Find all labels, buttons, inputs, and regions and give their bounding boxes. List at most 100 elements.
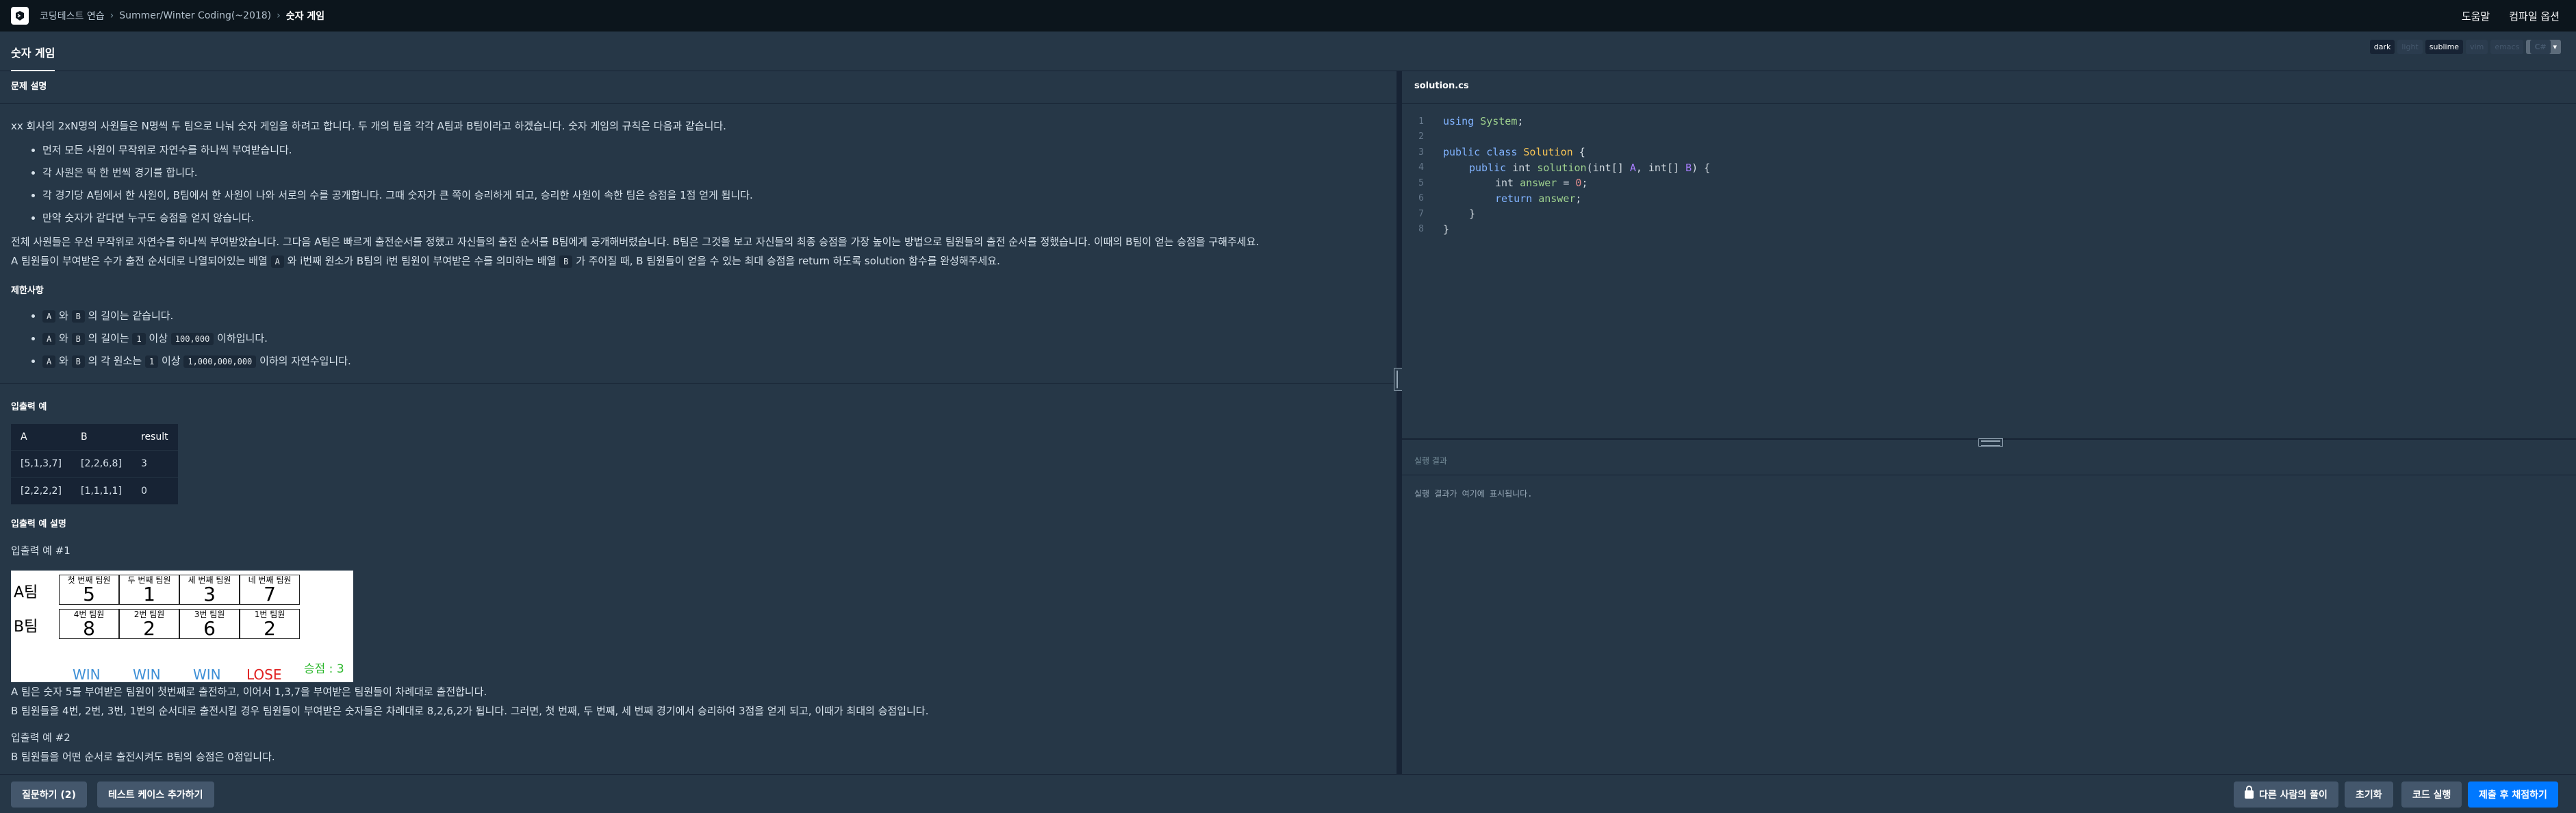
text: 의 각 원소는 — [88, 354, 142, 367]
text: 와 i번째 원소가 B팀의 i번 팀원이 부여받은 수를 의미하는 배열 — [287, 255, 557, 267]
team-b-member-card: 1번 팀원 2 — [240, 608, 300, 640]
button-label: 다른 사람의 풀이 — [2259, 790, 2328, 801]
language-label: C# — [2530, 40, 2551, 54]
example-text: B 팀원들을 어떤 순서로 출전시켜도 B팀의 승점은 0점입니다. — [11, 751, 275, 764]
team-b-member-card: 4번 팀원 8 — [59, 608, 119, 640]
text: 이상 — [161, 354, 181, 367]
table-cell: [2,2,2,2] — [11, 477, 71, 505]
member-value: 5 — [83, 583, 95, 606]
inline-code: 1 — [144, 355, 159, 368]
inline-code: 1 — [132, 332, 146, 345]
others-solutions-button[interactable]: 다른 사람의 풀이 — [2234, 781, 2338, 808]
code-editor[interactable]: 1 using System; 2 3 public class Solution … — [1402, 104, 2576, 247]
match-result: WIN — [73, 666, 101, 683]
code-line: 2 — [1402, 129, 2576, 145]
table-cell: [1,1,1,1] — [71, 477, 131, 505]
breadcrumb: 코딩테스트 연습 › Summer/Winter Coding(~2018) ›… — [40, 9, 324, 23]
table-cell: [5,1,3,7] — [11, 450, 71, 478]
member-value: 2 — [143, 617, 155, 640]
example-text: B 팀원들을 4번, 2번, 3번, 1번의 순서대로 출전시킬 경우 팀원들이… — [11, 705, 929, 718]
programmers-logo-icon[interactable] — [11, 7, 29, 25]
list-item: 각 경기당 A팀에서 한 사원이, B팀에서 한 사원이 나와 서로의 수를 공… — [42, 187, 1386, 203]
ask-question-button[interactable]: 질문하기 (2) — [11, 781, 87, 808]
code-line: 5 int answer = 0; — [1402, 175, 2576, 191]
member-value: 6 — [203, 617, 216, 640]
member-value: 8 — [83, 617, 95, 640]
help-link[interactable]: 도움말 — [2462, 9, 2490, 23]
list-item: A 와 B 의 길이는 같습니다. — [42, 308, 1386, 324]
compile-options-link[interactable]: 컴파일 옵션 — [2509, 9, 2560, 23]
submit-button[interactable]: 제출 후 채점하기 — [2468, 781, 2558, 808]
divider — [0, 382, 1397, 384]
team-a-member-card: 두 번째 팀원 1 — [119, 574, 179, 606]
breadcrumb-item[interactable]: 코딩테스트 연습 — [40, 9, 105, 23]
code-line: 4 public int solution(int[] A, int[] B) { — [1402, 160, 2576, 176]
line-number: 7 — [1418, 208, 1424, 219]
match-result: LOSE — [246, 666, 282, 683]
inline-code: A — [42, 332, 56, 345]
io-explanation-heading: 입출력 예 설명 — [11, 519, 66, 530]
line-number: 5 — [1418, 177, 1424, 188]
result-panel: 실행 결과 실행 결과가 여기에 표시됩니다. — [1402, 448, 2576, 774]
vertical-splitter[interactable] — [1397, 71, 1402, 774]
example-title: 입출력 예 #2 — [11, 731, 71, 744]
problem-panel: 문제 설명 xx 회사의 2xN명의 사원들은 N명씩 두 팀으로 나눠 숫자 … — [0, 71, 1397, 774]
inline-code: A — [270, 255, 284, 268]
constraints-heading: 제한사항 — [11, 285, 44, 296]
theme-switcher: dark light sublime vim emacs C# ▾ — [2369, 40, 2561, 54]
inline-code: B — [71, 332, 85, 345]
member-value: 2 — [264, 617, 276, 640]
io-example-heading: 입출력 예 — [11, 401, 47, 412]
line-number: 3 — [1418, 147, 1424, 158]
table-cell: 3 — [131, 450, 178, 478]
code-line: 8} — [1402, 222, 2576, 238]
horizontal-resize-handle[interactable] — [1978, 438, 2003, 447]
line-number: 1 — [1418, 116, 1424, 127]
list-item: A 와 B 의 각 원소는 1 이상 1,000,000,000 이하의 자연수… — [42, 353, 1386, 369]
team-a-member-card: 첫 번째 팀원 5 — [59, 574, 119, 606]
breadcrumb-current: 숫자 게임 — [285, 11, 325, 22]
team-a-member-card: 네 번째 팀원 7 — [240, 574, 300, 605]
member-value: 1 — [143, 583, 155, 606]
table-header-cell: A — [11, 423, 71, 451]
inline-code: B — [71, 355, 85, 368]
list-item: 만약 숫자가 같다면 누구도 승점을 얻지 않습니다. — [42, 210, 1386, 226]
rules-list: 먼저 모든 사원이 무작위로 자연수를 하나씩 부여받습니다. 각 사원은 딱 … — [11, 142, 1386, 226]
list-item: 먼저 모든 사원이 무작위로 자연수를 하나씩 부여받습니다. — [42, 142, 1386, 158]
code-line: 3 public class Solution { — [1402, 145, 2576, 160]
theme-emacs-button[interactable]: emacs — [2490, 40, 2524, 54]
code-line: 6 return answer; — [1402, 191, 2576, 207]
inline-code: A — [42, 355, 56, 368]
tab-problem[interactable]: 숫자 게임 — [11, 44, 55, 72]
tab-bar: 숫자 게임 dark light sublime vim emacs C# ▾ — [0, 32, 2576, 72]
inline-code: 100,000 — [170, 332, 214, 345]
team-b-member-card: 2번 팀원 2 — [119, 608, 179, 640]
result-output: 실행 결과가 여기에 표시됩니다. — [1414, 489, 1533, 499]
divider — [0, 103, 1397, 104]
example-title: 입출력 예 #1 — [11, 545, 71, 558]
theme-light-button[interactable]: light — [2397, 40, 2423, 54]
theme-vim-button[interactable]: vim — [2466, 40, 2488, 54]
add-testcase-button[interactable]: 테스트 케이스 추가하기 — [97, 781, 214, 808]
run-code-button[interactable]: 코드 실행 — [2401, 781, 2462, 808]
team-a-member-card: 세 번째 팀원 3 — [179, 574, 240, 605]
text: 가 주어질 때, B 팀원들이 얻을 수 있는 최대 승점을 return 하도… — [576, 255, 1000, 267]
problem-paragraph: 전체 사원들은 우선 무작위로 자연수를 하나씩 부여받았습니다. 그다음 A팀… — [11, 235, 1260, 248]
text: 이상 — [149, 332, 168, 345]
code-editor-panel: solution.cs 1 using System; 2 3 public cla… — [1402, 71, 2576, 438]
problem-heading: 문제 설명 — [11, 82, 47, 92]
bottom-action-bar: 질문하기 (2) 테스트 케이스 추가하기 다른 사람의 풀이 초기화 코드 실… — [0, 774, 2576, 813]
text: 의 길이는 — [88, 332, 129, 345]
team-b-label: B팀 — [14, 618, 38, 636]
language-select[interactable]: C# ▾ — [2526, 40, 2561, 54]
theme-dark-button[interactable]: dark — [2369, 40, 2395, 54]
text: 와 — [59, 309, 68, 322]
table-cell: [2,2,6,8] — [71, 450, 131, 478]
reset-button[interactable]: 초기화 — [2345, 781, 2393, 808]
breadcrumb-item[interactable]: Summer/Winter Coding(~2018) — [119, 10, 271, 21]
inline-code: B — [71, 310, 85, 323]
list-item: A 와 B 의 길이는 1 이상 100,000 이하입니다. — [42, 330, 1386, 347]
theme-sublime-button[interactable]: sublime — [2425, 40, 2464, 54]
code-line: 7} — [1402, 206, 2576, 222]
text: 의 길이는 같습니다. — [88, 309, 174, 322]
